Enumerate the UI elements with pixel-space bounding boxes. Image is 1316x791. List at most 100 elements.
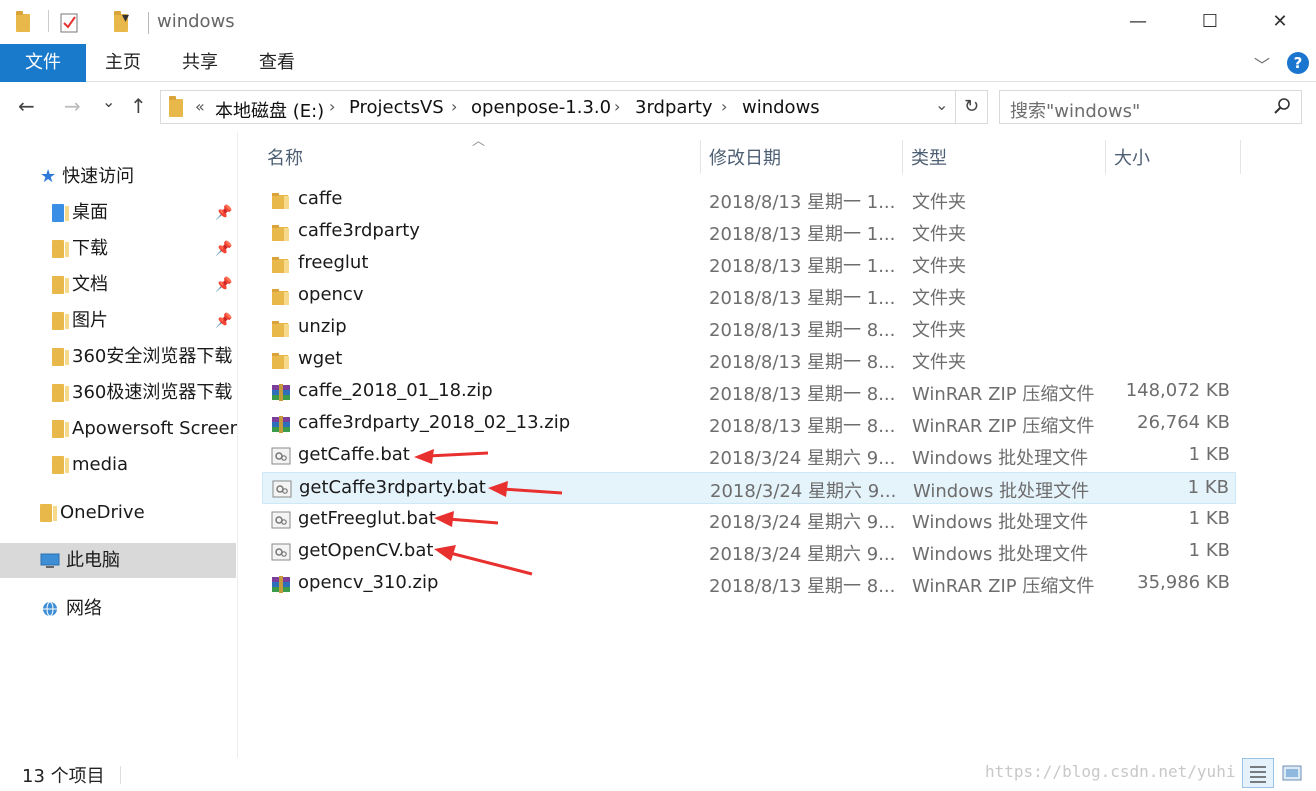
breadcrumb-item[interactable]: 本地磁盘 (E:) bbox=[215, 97, 324, 123]
file-row[interactable]: getFreeglut.bat 2018/3/24 星期六 9... Windows… bbox=[262, 504, 1236, 536]
file-row[interactable]: freeglut 2018/8/13 星期一 1... 文件夹 bbox=[262, 248, 1236, 280]
folder-icon bbox=[52, 420, 69, 438]
file-row[interactable]: wget 2018/8/13 星期一 8... 文件夹 bbox=[262, 344, 1236, 376]
pin-icon[interactable]: 📌 bbox=[215, 198, 232, 228]
column-name[interactable]: 名称 bbox=[267, 144, 303, 170]
chevron-right-icon[interactable]: › bbox=[614, 97, 620, 116]
sidebar-item-label: media bbox=[72, 454, 129, 475]
file-type: 文件夹 bbox=[912, 352, 966, 373]
file-name: getFreeglut.bat bbox=[298, 508, 436, 529]
file-row[interactable]: caffe3rdparty 2018/8/13 星期一 1... 文件夹 bbox=[262, 216, 1236, 248]
batch-file-icon bbox=[271, 543, 291, 561]
back-button[interactable]: ← bbox=[18, 94, 35, 118]
column-divider[interactable] bbox=[700, 140, 701, 174]
desktop-folder-icon bbox=[52, 204, 69, 222]
close-button[interactable]: ✕ bbox=[1260, 4, 1300, 40]
refresh-button[interactable]: ↻ bbox=[956, 90, 988, 124]
tab-share[interactable]: 共享 bbox=[182, 44, 218, 82]
address-bar[interactable]: « 本地磁盘 (E:) › ProjectsVS › openpose-1.3.… bbox=[160, 90, 956, 124]
file-type: 文件夹 bbox=[912, 288, 966, 309]
file-row[interactable]: getCaffe3rdparty.bat 2018/3/24 星期六 9... Wi… bbox=[262, 472, 1236, 504]
file-row[interactable]: getCaffe.bat 2018/3/24 星期六 9... Windows 批处… bbox=[262, 440, 1236, 472]
sidebar-item-label: 快速访问 bbox=[62, 166, 135, 187]
navigation-bar: ← → ⌄ ↑ « 本地磁盘 (E:) › ProjectsVS › openp… bbox=[0, 82, 1316, 132]
breadcrumb-item[interactable]: 3rdparty bbox=[635, 97, 713, 118]
file-row[interactable]: caffe3rdparty_2018_02_13.zip 2018/8/13 星期… bbox=[262, 408, 1236, 440]
file-row[interactable]: caffe_2018_01_18.zip 2018/8/13 星期一 8... Wi… bbox=[262, 376, 1236, 408]
breadcrumb-overflow[interactable]: « bbox=[195, 97, 205, 116]
maximize-button[interactable]: ☐ bbox=[1190, 4, 1230, 40]
expand-ribbon-icon[interactable]: ﹀ bbox=[1254, 52, 1270, 76]
tab-view[interactable]: 查看 bbox=[259, 44, 295, 82]
file-name: getOpenCV.bat bbox=[298, 540, 434, 561]
column-divider[interactable] bbox=[1240, 140, 1241, 174]
folder-icon bbox=[16, 11, 30, 32]
star-icon: ★ bbox=[40, 166, 57, 187]
chevron-right-icon[interactable]: › bbox=[451, 97, 457, 116]
recent-locations-button[interactable]: ⌄ bbox=[102, 92, 115, 111]
sidebar-item-pictures[interactable]: 图片 📌 bbox=[52, 306, 238, 336]
watermark-text: https://blog.csdn.net/yuhi bbox=[985, 762, 1236, 781]
file-type: 文件夹 bbox=[912, 224, 966, 245]
breadcrumb-item[interactable]: ProjectsVS bbox=[349, 97, 444, 118]
tab-file[interactable]: 文件 bbox=[0, 44, 86, 82]
address-history-dropdown-icon[interactable]: ⌄ bbox=[935, 95, 948, 114]
sidebar-item-folder[interactable]: 360极速浏览器下载 bbox=[52, 378, 238, 408]
file-name: getCaffe.bat bbox=[298, 444, 410, 465]
file-row[interactable]: opencv_310.zip 2018/8/13 星期一 8... WinRAR Z… bbox=[262, 568, 1236, 600]
sidebar-item-this-pc[interactable]: 此电脑 bbox=[40, 546, 120, 576]
pictures-folder-icon bbox=[52, 312, 69, 330]
winrar-archive-icon bbox=[272, 416, 290, 433]
breadcrumb-item[interactable]: windows bbox=[742, 97, 820, 118]
properties-icon[interactable] bbox=[60, 11, 78, 33]
file-row[interactable]: unzip 2018/8/13 星期一 8... 文件夹 bbox=[262, 312, 1236, 344]
pin-icon[interactable]: 📌 bbox=[215, 234, 232, 264]
breadcrumb-item[interactable]: openpose-1.3.0 bbox=[471, 97, 611, 118]
column-type[interactable]: 类型 bbox=[911, 144, 947, 170]
column-size[interactable]: 大小 bbox=[1114, 144, 1150, 170]
sidebar-item-documents[interactable]: 文档 📌 bbox=[52, 270, 238, 300]
sidebar-item-downloads[interactable]: 下载 📌 bbox=[52, 234, 238, 264]
column-date[interactable]: 修改日期 bbox=[709, 144, 781, 170]
sidebar-item-onedrive[interactable]: OneDrive bbox=[40, 498, 145, 528]
up-button[interactable]: ↑ bbox=[130, 94, 147, 118]
search-icon[interactable] bbox=[1273, 97, 1291, 115]
pin-icon[interactable]: 📌 bbox=[215, 306, 232, 336]
sidebar-item-folder[interactable]: media bbox=[52, 450, 238, 480]
file-row[interactable]: getOpenCV.bat 2018/3/24 星期六 9... Windows 批… bbox=[262, 536, 1236, 568]
file-type: Windows 批处理文件 bbox=[912, 544, 1089, 565]
column-divider[interactable] bbox=[902, 140, 903, 174]
toolbar-divider bbox=[48, 10, 49, 32]
file-name: wget bbox=[298, 348, 343, 369]
chevron-right-icon[interactable]: › bbox=[329, 97, 335, 116]
file-type: Windows 批处理文件 bbox=[912, 512, 1089, 533]
large-icons-view-button[interactable] bbox=[1276, 758, 1308, 788]
pin-icon[interactable]: 📌 bbox=[215, 270, 232, 300]
sidebar-item-label: 此电脑 bbox=[66, 550, 120, 571]
sidebar-item-desktop[interactable]: 桌面 📌 bbox=[52, 198, 238, 228]
sidebar-item-folder[interactable]: Apowersoft Screer bbox=[52, 414, 238, 444]
sidebar-item-label: Apowersoft Screer bbox=[72, 418, 238, 439]
search-input[interactable]: 搜索"windows" bbox=[1010, 97, 1140, 123]
chevron-right-icon[interactable]: › bbox=[721, 97, 727, 116]
tab-home[interactable]: 主页 bbox=[105, 44, 141, 82]
file-type: 文件夹 bbox=[912, 192, 966, 213]
file-name: caffe_2018_01_18.zip bbox=[298, 380, 493, 401]
help-button[interactable]: ? bbox=[1287, 52, 1309, 74]
sidebar-item-folder[interactable]: 360安全浏览器下载 bbox=[52, 342, 238, 372]
column-divider[interactable] bbox=[1105, 140, 1106, 174]
file-size: 148,072 KB bbox=[1125, 380, 1230, 401]
details-view-button[interactable] bbox=[1242, 758, 1274, 788]
sidebar-item-network[interactable]: 网络 bbox=[40, 594, 102, 624]
forward-button[interactable]: → bbox=[64, 94, 81, 118]
customize-toolbar-icon[interactable]: ▾ bbox=[122, 10, 129, 26]
sidebar-item-quick-access[interactable]: ★ 快速访问 bbox=[40, 162, 134, 192]
winrar-archive-icon bbox=[272, 384, 290, 401]
minimize-button[interactable]: — bbox=[1118, 4, 1158, 40]
file-row[interactable]: opencv 2018/8/13 星期一 1... 文件夹 bbox=[262, 280, 1236, 312]
folder-icon bbox=[272, 353, 289, 369]
search-box[interactable]: 搜索"windows" bbox=[999, 90, 1302, 124]
file-date: 2018/8/13 星期一 8... bbox=[709, 416, 896, 437]
file-row[interactable]: caffe 2018/8/13 星期一 1... 文件夹 bbox=[262, 184, 1236, 216]
large-icons-view-icon bbox=[1282, 765, 1302, 781]
